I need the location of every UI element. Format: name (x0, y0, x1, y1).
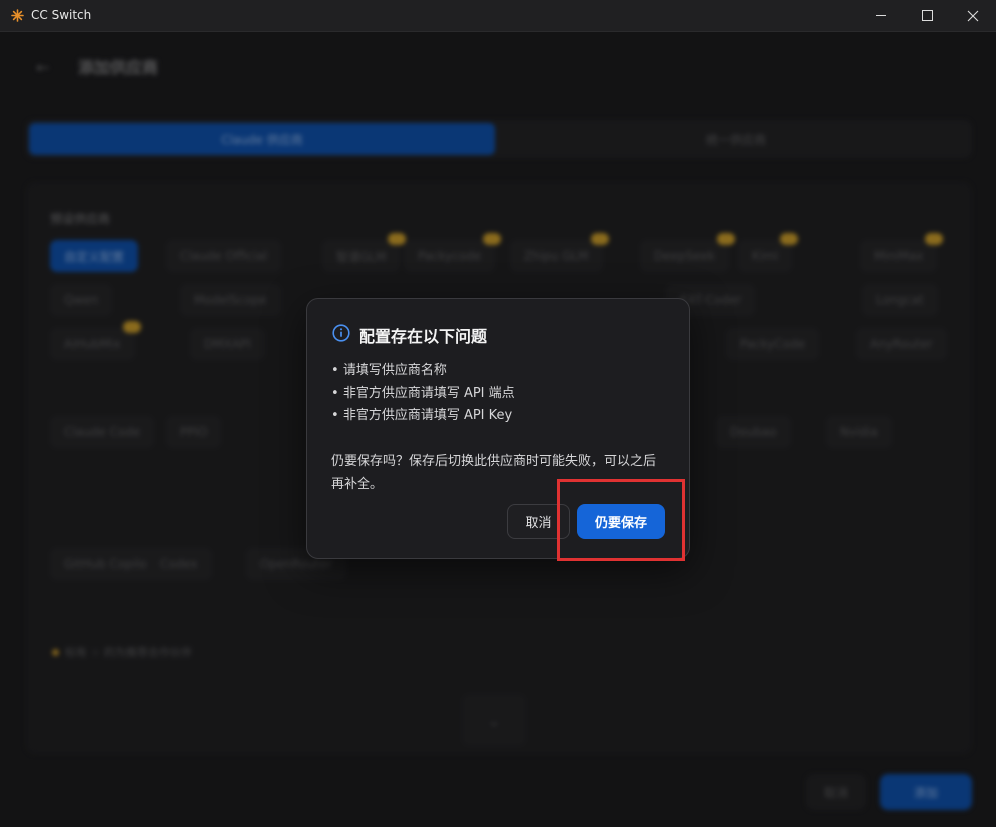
issue-item: 请填写供应商名称 (331, 360, 515, 383)
close-button[interactable] (950, 0, 996, 31)
window-title: CC Switch (31, 8, 92, 22)
maximize-button[interactable] (904, 0, 950, 31)
maximize-icon (921, 10, 933, 21)
dialog-title: 配置存在以下问题 (359, 327, 488, 346)
close-icon (967, 10, 979, 21)
issue-item: 非官方供应商请填写 API 端点 (331, 383, 515, 406)
issue-list: 请填写供应商名称 非官方供应商请填写 API 端点 非官方供应商请填写 API … (331, 360, 515, 428)
title-bar: CC Switch (0, 0, 996, 32)
minimize-button[interactable] (858, 0, 904, 31)
minimize-icon (876, 15, 886, 16)
issue-item: 非官方供应商请填写 API Key (331, 405, 515, 428)
highlight-box (557, 479, 685, 561)
app-logo-icon (11, 9, 24, 22)
info-icon (332, 324, 350, 342)
